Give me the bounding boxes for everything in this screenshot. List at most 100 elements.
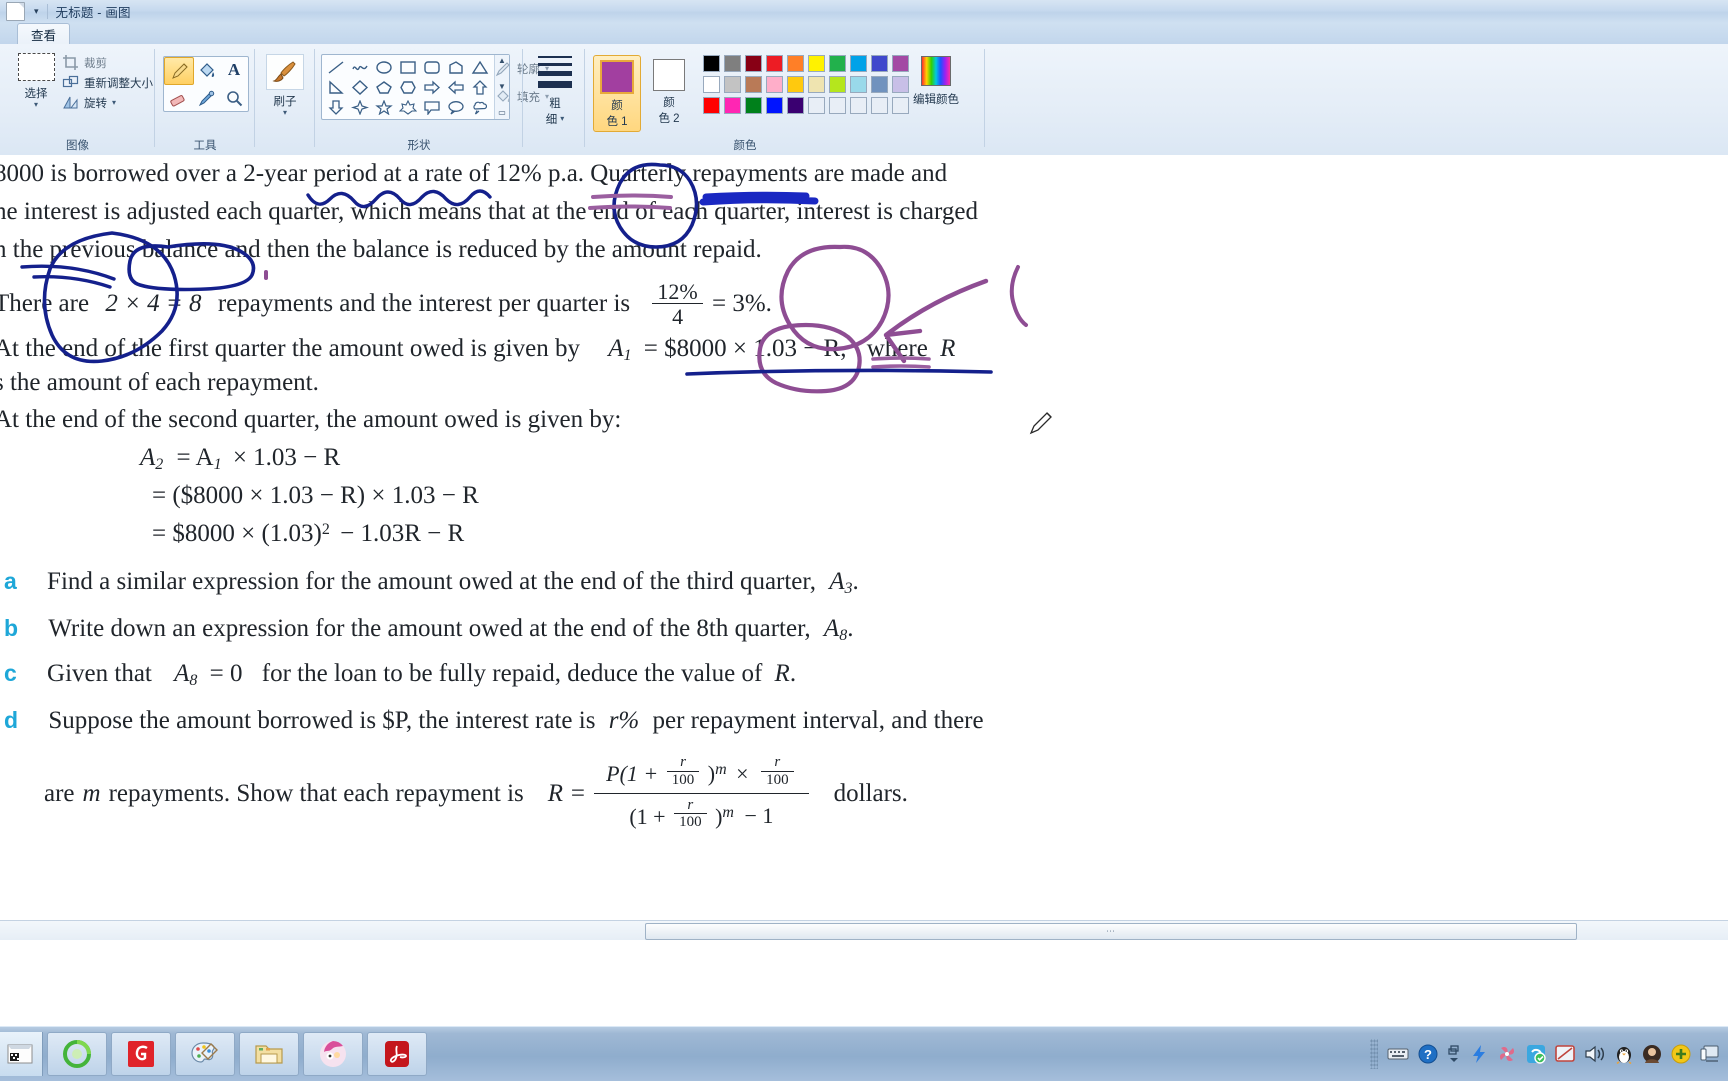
tool-pencil[interactable] [164,57,194,85]
shape-polygon[interactable] [444,57,468,77]
taskbar-button-explorer[interactable] [239,1032,299,1076]
palette-swatch-1-2[interactable] [745,76,762,93]
help-question-icon[interactable]: ? [1418,1044,1438,1064]
shape-diamond[interactable] [348,77,372,97]
select-button[interactable]: 选择 ▾ [10,53,62,109]
palette-swatch-1-3[interactable] [766,76,783,93]
size-caret-icon[interactable]: ▾ [560,115,564,123]
taskbar-button-paint[interactable] [175,1032,235,1076]
palette-swatch-0-8[interactable] [871,55,888,72]
screen-icon[interactable] [1555,1045,1575,1063]
start-button[interactable] [0,1032,43,1076]
quick-access-caret-icon[interactable]: ▾ [34,7,39,16]
quick-access-document-icon[interactable] [6,2,25,21]
palette-swatch-0-7[interactable] [850,55,867,72]
palette-swatch-1-7[interactable] [850,76,867,93]
brushes-button[interactable]: 刷子 ▾ [263,54,307,117]
horizontal-scrollbar[interactable]: ⋯ [0,920,1728,940]
shapes-scroll-more-icon[interactable]: ▭ [498,109,506,117]
palette-swatch-0-1[interactable] [724,55,741,72]
group-label-tools: 工具 [193,140,217,152]
palette-swatch-2-0[interactable] [703,97,720,114]
brushes-caret-icon[interactable]: ▾ [283,109,287,117]
palette-swatch-1-9[interactable] [892,76,909,93]
palette-swatch-2-5[interactable] [808,97,825,114]
qq-penguin-icon[interactable] [1615,1044,1633,1064]
shape-left-arrow[interactable] [444,77,468,97]
ime-keyboard-icon[interactable] [1387,1047,1409,1061]
taskbar-button-media[interactable] [303,1032,363,1076]
tool-eraser[interactable] [164,85,192,111]
show-hidden-icons-icon[interactable] [1447,1044,1461,1064]
palette-swatch-1-1[interactable] [724,76,741,93]
palette-swatch-0-2[interactable] [745,55,762,72]
rotate-button[interactable]: 旋转 ▾ [62,94,153,111]
show-desktop-icon[interactable] [1700,1045,1720,1063]
crop-button[interactable]: 裁剪 [62,54,153,71]
edit-colors-button[interactable]: 编辑颜色 [913,56,959,107]
tool-fill[interactable] [192,57,220,83]
tray-grip[interactable] [1370,1039,1378,1069]
tool-magnifier[interactable] [220,85,248,111]
shape-rounded-rectangle[interactable] [420,57,444,77]
shape-hexagon[interactable] [396,77,420,97]
tool-color-picker[interactable] [192,85,220,111]
palette-swatch-2-3[interactable] [766,97,783,114]
palette-swatch-0-5[interactable] [808,55,825,72]
taskbar-button-browser[interactable] [47,1032,107,1076]
palette-swatch-1-8[interactable] [871,76,888,93]
palette-swatch-2-6[interactable] [829,97,846,114]
taskbar-button-g-app[interactable] [111,1032,171,1076]
plus-circle-icon[interactable] [1671,1044,1691,1064]
palette-swatch-0-3[interactable] [766,55,783,72]
shape-oval-callout[interactable] [444,97,468,117]
tool-text[interactable]: A [220,57,248,83]
shape-line[interactable] [324,57,348,77]
paint-canvas[interactable]: 8000 is borrowed over a 2-year period at… [0,155,1728,920]
palette-swatch-2-1[interactable] [724,97,741,114]
palette-swatch-0-9[interactable] [892,55,909,72]
shape-up-arrow[interactable] [468,77,492,97]
color-palette[interactable] [703,55,911,116]
shapes-gallery[interactable]: ▲ ▼ ▭ [321,54,510,120]
size-button[interactable]: 粗 细 ▾ [533,56,577,127]
pinwheel-icon[interactable] [1497,1044,1517,1064]
volume-icon[interactable] [1584,1045,1606,1063]
palette-swatch-0-0[interactable] [703,55,720,72]
shape-rectangle[interactable] [396,57,420,77]
select-caret-icon[interactable]: ▾ [34,101,38,109]
user-avatar-icon[interactable] [1642,1044,1662,1064]
shape-six-point-star[interactable] [396,97,420,117]
rotate-caret-icon[interactable]: ▾ [112,98,116,107]
shape-curve[interactable] [348,57,372,77]
flash-icon[interactable] [1470,1044,1488,1064]
taskbar-button-acrobat[interactable] [367,1032,427,1076]
shape-pentagon[interactable] [372,77,396,97]
shape-down-arrow[interactable] [324,97,348,117]
horizontal-scrollbar-thumb[interactable]: ⋯ [645,923,1577,940]
shape-four-point-star[interactable] [348,97,372,117]
palette-swatch-2-4[interactable] [787,97,804,114]
palette-swatch-2-7[interactable] [850,97,867,114]
shape-five-point-star[interactable] [372,97,396,117]
shape-triangle[interactable] [468,57,492,77]
palette-swatch-1-5[interactable] [808,76,825,93]
shape-oval[interactable] [372,57,396,77]
palette-swatch-1-4[interactable] [787,76,804,93]
palette-swatch-1-6[interactable] [829,76,846,93]
shape-cloud-callout[interactable] [468,97,492,117]
palette-swatch-1-0[interactable] [703,76,720,93]
tab-view[interactable]: 查看 [17,23,71,45]
resize-button[interactable]: 重新调整大小 [62,74,153,91]
palette-swatch-2-8[interactable] [871,97,888,114]
shape-rect-callout[interactable] [420,97,444,117]
palette-swatch-2-2[interactable] [745,97,762,114]
palette-swatch-0-6[interactable] [829,55,846,72]
color-1-button[interactable]: 颜 色 1 [593,55,641,132]
shape-right-triangle[interactable] [324,77,348,97]
color-2-button[interactable]: 颜 色 2 [647,55,691,128]
palette-swatch-0-4[interactable] [787,55,804,72]
sync-icon[interactable] [1526,1044,1546,1064]
shape-right-arrow[interactable] [420,77,444,97]
palette-swatch-2-9[interactable] [892,97,909,114]
